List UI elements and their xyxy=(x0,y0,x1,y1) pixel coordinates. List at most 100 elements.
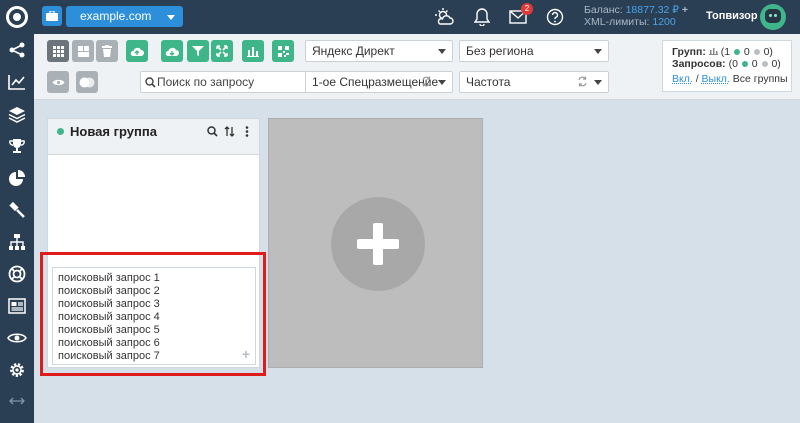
layers-icon[interactable] xyxy=(0,98,34,130)
add-funds-icon[interactable]: + xyxy=(682,4,688,16)
groups-label: Групп: xyxy=(672,46,706,58)
balance-label: Баланс: xyxy=(584,4,623,16)
eye-icon[interactable] xyxy=(0,322,34,354)
expand-button[interactable] xyxy=(211,40,233,62)
sort-icon[interactable] xyxy=(222,124,236,138)
all-groups-label: Все группы xyxy=(732,73,788,85)
balance-info: Баланс: 18877.32 ₽ + XML-лимиты: 1200 xyxy=(584,4,688,28)
pie-icon[interactable] xyxy=(0,162,34,194)
sitemap-icon[interactable] xyxy=(0,226,34,258)
refresh-icon[interactable] xyxy=(577,76,588,87)
add-query-icon[interactable]: + xyxy=(242,347,250,361)
queries-inactive: 0) xyxy=(771,58,781,70)
search-icon xyxy=(145,77,156,88)
group-card: Новая группа поисковый запрос 1 поисковы… xyxy=(47,118,260,368)
search-engine-select[interactable]: Яндекс Директ xyxy=(305,40,453,62)
cloud-upload-button[interactable] xyxy=(126,40,148,62)
lifebuoy-icon[interactable] xyxy=(0,258,34,290)
region-value: Без региона xyxy=(466,44,534,58)
help-icon[interactable] xyxy=(544,6,566,28)
group-header: Новая группа xyxy=(48,119,259,155)
qr-icon xyxy=(277,45,289,57)
search-input[interactable] xyxy=(157,73,325,91)
mail-badge: 2 xyxy=(521,3,533,15)
cloud-download-icon xyxy=(165,47,179,56)
enable-link[interactable]: Вкл. xyxy=(672,73,693,85)
projects-button[interactable] xyxy=(42,6,62,26)
stats-button[interactable] xyxy=(242,40,264,62)
list-item[interactable]: поисковый запрос 7 xyxy=(58,350,160,363)
group-title[interactable]: Новая группа xyxy=(70,124,157,139)
active-dot xyxy=(733,49,740,56)
bar-chart-icon xyxy=(247,47,259,57)
queries-box[interactable]: поисковый запрос 1 поисковый запрос 2 по… xyxy=(52,267,256,365)
gear-icon[interactable] xyxy=(0,354,34,386)
groups-inactive: 0) xyxy=(763,46,773,58)
visibility-button[interactable] xyxy=(47,71,69,93)
list-item[interactable]: поисковый запрос 6 xyxy=(58,337,160,350)
grid-view-button[interactable] xyxy=(47,40,69,62)
queries-label: Запросов: xyxy=(672,58,726,70)
cloud-download-button[interactable] xyxy=(161,40,183,62)
top-bar: example.com 2 Баланс: 18877.32 ₽ + XML-л… xyxy=(0,0,800,34)
share-icon[interactable] xyxy=(0,34,34,66)
weather-icon[interactable] xyxy=(434,6,456,28)
refresh-icon[interactable] xyxy=(421,76,432,87)
grid-icon xyxy=(52,45,64,57)
bar-chart-icon xyxy=(708,48,718,55)
newspaper-icon[interactable] xyxy=(0,290,34,322)
disable-link[interactable]: Выкл. xyxy=(702,73,730,85)
queries-total: (0 xyxy=(728,58,738,70)
domain-select[interactable]: example.com xyxy=(66,6,183,27)
active-dot xyxy=(741,61,748,68)
list-item[interactable]: поисковый запрос 2 xyxy=(58,285,160,298)
group-status-dot[interactable] xyxy=(57,128,64,135)
balance-value[interactable]: 18877.32 ₽ xyxy=(626,4,679,16)
more-vertical-icon[interactable] xyxy=(240,124,254,138)
briefcase-icon xyxy=(46,11,58,21)
chevron-down-icon xyxy=(438,49,446,54)
hammer-icon[interactable] xyxy=(0,194,34,226)
list-item[interactable]: поисковый запрос 3 xyxy=(58,298,160,311)
xml-limits-label: XML-лимиты: xyxy=(584,16,650,28)
sidebar xyxy=(0,34,34,423)
add-group-card[interactable] xyxy=(268,118,483,368)
list-item[interactable]: поисковый запрос 4 xyxy=(58,311,160,324)
bell-icon[interactable] xyxy=(471,6,493,28)
trophy-icon[interactable] xyxy=(0,130,34,162)
filter-button[interactable] xyxy=(187,40,209,62)
search-field[interactable] xyxy=(140,71,329,93)
link-separator: / xyxy=(695,73,699,85)
avatar[interactable] xyxy=(760,4,786,30)
username[interactable]: Топвизор xyxy=(706,10,758,22)
add-group-button[interactable] xyxy=(331,197,425,291)
list-item[interactable]: поисковый запрос 1 xyxy=(58,272,160,285)
columns-view-button[interactable] xyxy=(72,40,94,62)
domain-select-value: example.com xyxy=(80,9,152,23)
filter-icon xyxy=(192,46,204,56)
app-logo[interactable] xyxy=(0,0,34,34)
frequency-select[interactable]: Частота xyxy=(459,71,609,93)
region-select[interactable]: Без региона xyxy=(459,40,609,62)
frequency-value: Частота xyxy=(466,75,511,89)
position-select[interactable]: 1-ое Спецразмещение xyxy=(305,71,453,93)
delete-button[interactable] xyxy=(96,40,118,62)
collapse-arrows-icon[interactable] xyxy=(0,388,34,414)
list-item[interactable]: поисковый запрос 5 xyxy=(58,324,160,337)
trash-icon xyxy=(102,45,112,57)
mail-icon[interactable]: 2 xyxy=(507,3,533,28)
inactive-dot xyxy=(753,49,760,56)
chevron-down-icon xyxy=(438,80,446,85)
toggle-circles-icon xyxy=(79,77,95,87)
toolbar: Яндекс Директ Без региона 1-ое Спецразме… xyxy=(34,34,800,100)
expand-icon xyxy=(216,45,228,57)
toggle-button[interactable] xyxy=(76,71,98,93)
search-icon[interactable] xyxy=(205,124,219,138)
groups-active: 0 xyxy=(743,46,750,58)
stats-panel: Групп: (1 0 0) Запросов: (0 0 0) Вкл. / … xyxy=(662,40,792,92)
chart-icon[interactable] xyxy=(0,66,34,98)
xml-limits-value[interactable]: 1200 xyxy=(652,16,675,28)
columns-icon xyxy=(77,45,89,57)
queries-active: 0 xyxy=(751,58,758,70)
qr-button[interactable] xyxy=(272,40,294,62)
